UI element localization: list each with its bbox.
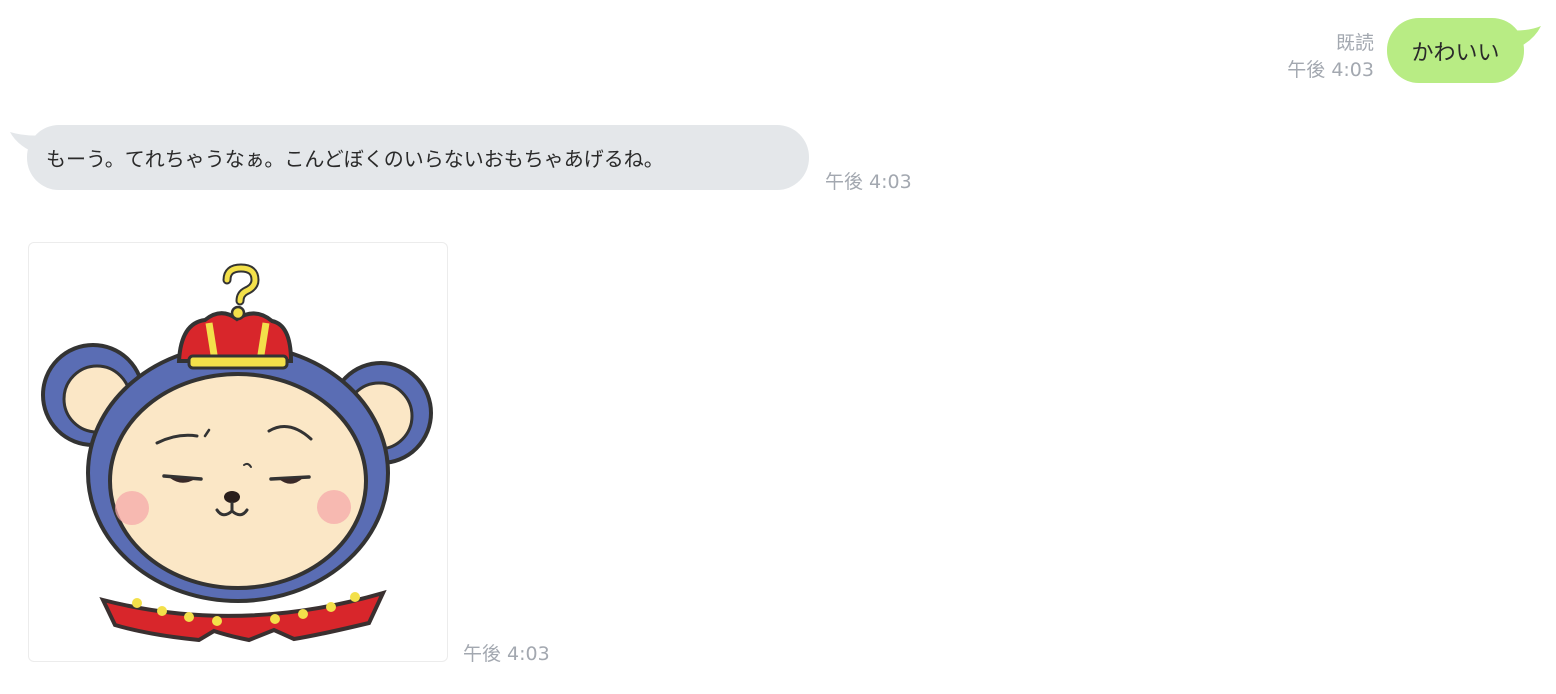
outgoing-message-text: かわいい bbox=[1411, 40, 1500, 66]
incoming-message-time: 午後 4:03 bbox=[825, 171, 912, 193]
sticker-message-time: 午後 4:03 bbox=[463, 643, 550, 665]
crowned-mouse-sticker-icon bbox=[41, 263, 433, 643]
sticker-message[interactable] bbox=[28, 242, 448, 662]
outgoing-message-meta: 既読 午後 4:03 bbox=[1287, 30, 1374, 84]
incoming-message-text: もーう。てれちゃうなぁ。こんどぼくのいらないおもちゃあげるね。 bbox=[46, 147, 664, 171]
chat-window: かわいい 既読 午後 4:03 もーう。てれちゃうなぁ。こんどぼくのいらないおも… bbox=[0, 0, 1556, 694]
incoming-message-bubble[interactable]: もーう。てれちゃうなぁ。こんどぼくのいらないおもちゃあげるね。 bbox=[27, 125, 809, 190]
read-status: 既読 bbox=[1335, 32, 1374, 54]
outgoing-message-bubble[interactable]: かわいい bbox=[1387, 18, 1524, 83]
outgoing-message-time: 午後 4:03 bbox=[1287, 59, 1374, 81]
